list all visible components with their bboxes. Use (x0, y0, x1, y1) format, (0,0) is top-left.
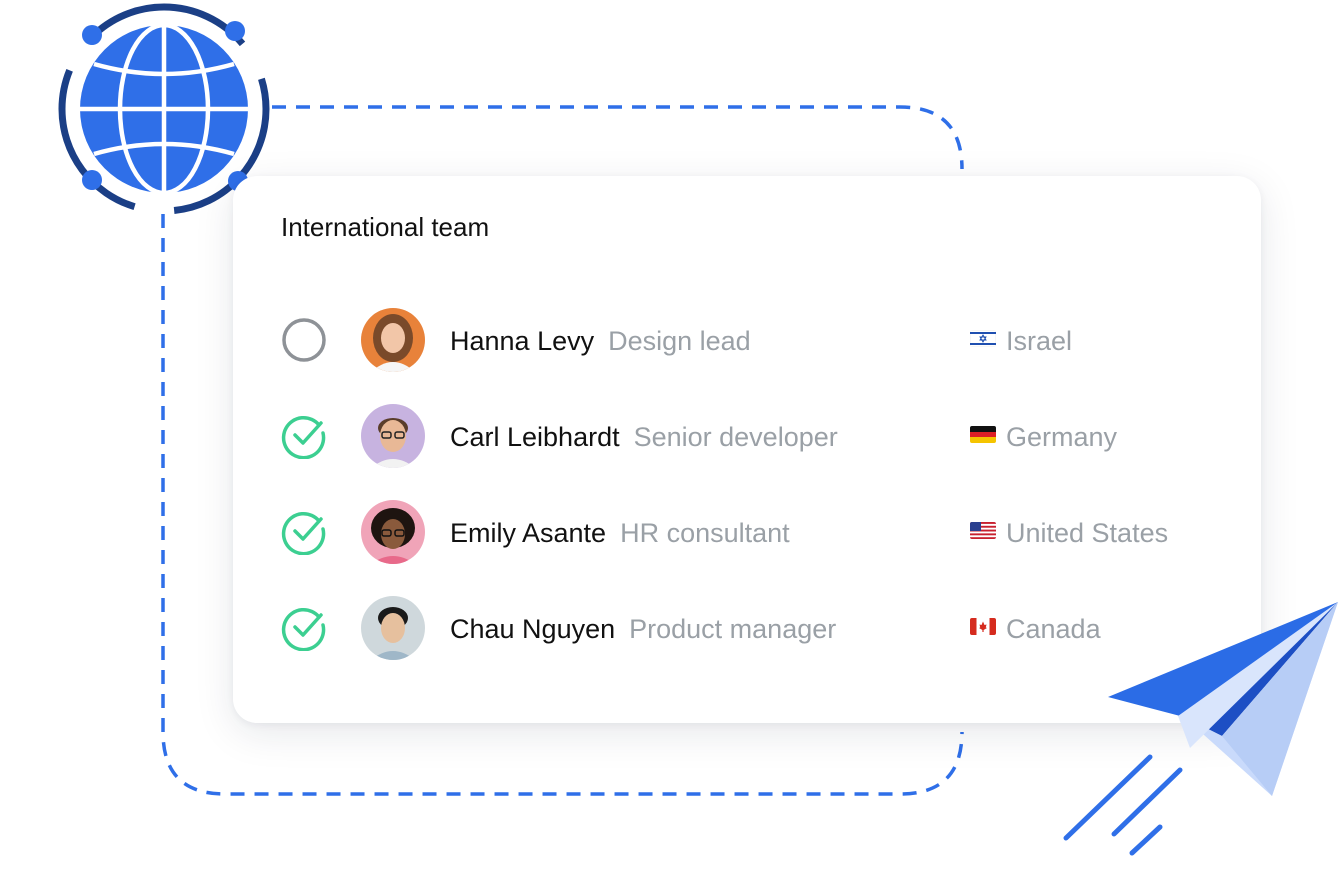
globe-icon (58, 3, 270, 215)
checkmark-circle-icon[interactable] (281, 605, 327, 651)
member-role: Design lead (608, 326, 751, 356)
dashed-connector-line (272, 105, 964, 170)
member-country: Germany (1006, 422, 1118, 452)
member-country: Canada (1006, 614, 1101, 644)
avatar (361, 500, 425, 564)
team-member-row[interactable]: Carl Leibhardt Senior developer Germany (281, 404, 1221, 468)
member-role: HR consultant (620, 518, 790, 548)
member-country: Israel (1006, 326, 1073, 356)
checkmark-circle-icon[interactable] (281, 413, 327, 459)
member-name: Emily Asante (450, 518, 607, 548)
team-member-row[interactable]: Chau Nguyen Product manager Canada (281, 596, 1221, 660)
empty-circle-icon[interactable] (281, 317, 327, 363)
card-title: International team (281, 212, 490, 242)
avatar (361, 404, 425, 468)
team-member-row[interactable]: Hanna Levy Design lead Israel (281, 308, 1221, 372)
team-member-row[interactable]: Emily Asante HR consultant United States (281, 500, 1221, 564)
germany-flag-icon (970, 426, 996, 443)
member-role: Senior developer (633, 422, 838, 452)
israel-flag-icon (970, 330, 996, 347)
checkmark-circle-icon[interactable] (281, 509, 327, 555)
member-name: Carl Leibhardt (450, 422, 620, 452)
member-name: Chau Nguyen (450, 614, 616, 644)
canada-flag-icon (970, 618, 996, 635)
member-country: United States (1006, 518, 1169, 548)
member-role: Product manager (629, 614, 837, 644)
team-card: International team Hanna Levy Design lead (233, 176, 1261, 723)
us-flag-icon (970, 522, 996, 539)
avatar (361, 596, 425, 660)
avatar (361, 308, 425, 372)
member-name: Hanna Levy (450, 326, 595, 356)
